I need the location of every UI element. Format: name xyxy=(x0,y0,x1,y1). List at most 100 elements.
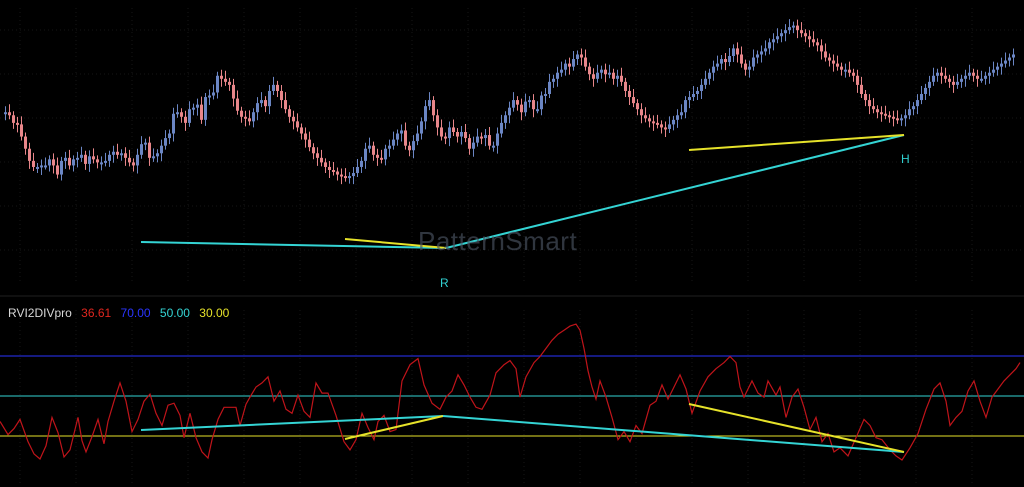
candle-bull xyxy=(992,69,995,73)
candle-bear xyxy=(804,33,807,37)
candle-bear xyxy=(184,116,187,123)
candle-bull xyxy=(668,124,671,129)
candle-bear xyxy=(652,121,655,124)
candle-bull xyxy=(704,78,707,85)
candle-bull xyxy=(112,151,115,155)
candle-bear xyxy=(660,124,663,128)
candle-bull xyxy=(596,72,599,79)
indicator-name: RVI2DIVpro xyxy=(8,306,72,320)
candle-bull xyxy=(528,100,531,103)
candle-bear xyxy=(736,48,739,55)
candle-bear xyxy=(288,109,291,117)
candle-bear xyxy=(644,115,647,119)
candle-bull xyxy=(168,133,171,139)
candle-bull xyxy=(536,109,539,112)
candle-bear xyxy=(584,57,587,67)
candle-bull xyxy=(672,119,675,125)
candle-bull xyxy=(700,84,703,91)
candle-bull xyxy=(360,160,363,167)
candle-bear xyxy=(332,170,335,172)
candle-bear xyxy=(840,66,843,70)
candle-bull xyxy=(460,132,463,137)
candle-bull xyxy=(760,51,763,55)
candle-bull xyxy=(752,57,755,67)
candle-bull xyxy=(364,148,367,161)
candle-bear xyxy=(280,90,283,101)
candle-bear xyxy=(52,159,55,166)
candle-bull xyxy=(772,39,775,43)
candle-bull xyxy=(192,107,195,110)
candle-bear xyxy=(224,78,227,82)
candle-bull xyxy=(272,84,275,91)
candle-bull xyxy=(172,113,175,134)
watermark: PatternSmart xyxy=(418,226,578,256)
candle-bear xyxy=(848,69,851,73)
candle-bear xyxy=(300,127,303,134)
candle-bull xyxy=(988,72,991,76)
candle-bear xyxy=(820,45,823,52)
candle-bull xyxy=(916,100,919,107)
candle-bull xyxy=(996,66,999,70)
candle-bull xyxy=(484,135,487,139)
candle-bull xyxy=(684,100,687,113)
candle-bull xyxy=(844,69,847,72)
candle-bear xyxy=(972,72,975,76)
candle-bull xyxy=(748,66,751,70)
candle-bull xyxy=(396,133,399,140)
candle-bull xyxy=(4,112,7,115)
candle-bull xyxy=(512,100,515,108)
candle-bear xyxy=(408,145,411,151)
candle-bear xyxy=(612,72,615,79)
candle-bull xyxy=(472,142,475,149)
candle-bull xyxy=(64,157,67,161)
candle-bull xyxy=(980,78,983,81)
candle-bear xyxy=(880,112,883,115)
candle-bear xyxy=(24,136,27,149)
candle-bull xyxy=(504,115,507,123)
candle-bear xyxy=(948,78,951,82)
candle-bear xyxy=(876,109,879,113)
candle-bear xyxy=(812,39,815,43)
candle-bear xyxy=(740,54,743,64)
candle-bear xyxy=(744,63,747,70)
candle-bear xyxy=(640,109,643,116)
candle-bear xyxy=(328,166,331,170)
candle-bull xyxy=(156,153,159,157)
candle-bear xyxy=(636,103,639,110)
candle-bear xyxy=(808,36,811,40)
candle-bull xyxy=(1000,63,1003,67)
candle-bull xyxy=(88,156,91,164)
price-divergence-regular-r xyxy=(140,241,447,249)
candle-bear xyxy=(128,157,131,163)
point-label-h: H xyxy=(901,152,910,166)
candle-bear xyxy=(648,118,651,122)
candle-bear xyxy=(856,75,859,85)
candle-bull xyxy=(544,94,547,96)
candle-bull xyxy=(524,101,527,113)
candle-bull xyxy=(448,127,451,139)
candle-bear xyxy=(304,133,307,140)
level-high-label: 70.00 xyxy=(120,306,151,320)
candle-bear xyxy=(124,153,127,158)
candle-bull xyxy=(48,159,51,166)
candle-bull xyxy=(160,145,163,154)
candle-bear xyxy=(656,122,659,125)
candle-bull xyxy=(216,75,219,93)
candle-bear xyxy=(96,159,99,163)
candle-bear xyxy=(376,154,379,158)
candle-bear xyxy=(320,157,323,163)
candle-bull xyxy=(968,72,971,76)
candle-bull xyxy=(104,160,107,163)
candle-bull xyxy=(352,173,355,177)
candle-bear xyxy=(336,171,339,175)
candle-bear xyxy=(664,127,667,130)
candle-bear xyxy=(892,116,895,119)
candle-bear xyxy=(828,57,831,61)
candle-bull xyxy=(152,156,155,159)
candle-bear xyxy=(116,151,119,155)
candle-bull xyxy=(256,103,259,113)
candle-bear xyxy=(404,130,407,146)
candle-bear xyxy=(20,124,23,137)
candle-bear xyxy=(864,94,867,101)
candle-bear xyxy=(944,75,947,79)
